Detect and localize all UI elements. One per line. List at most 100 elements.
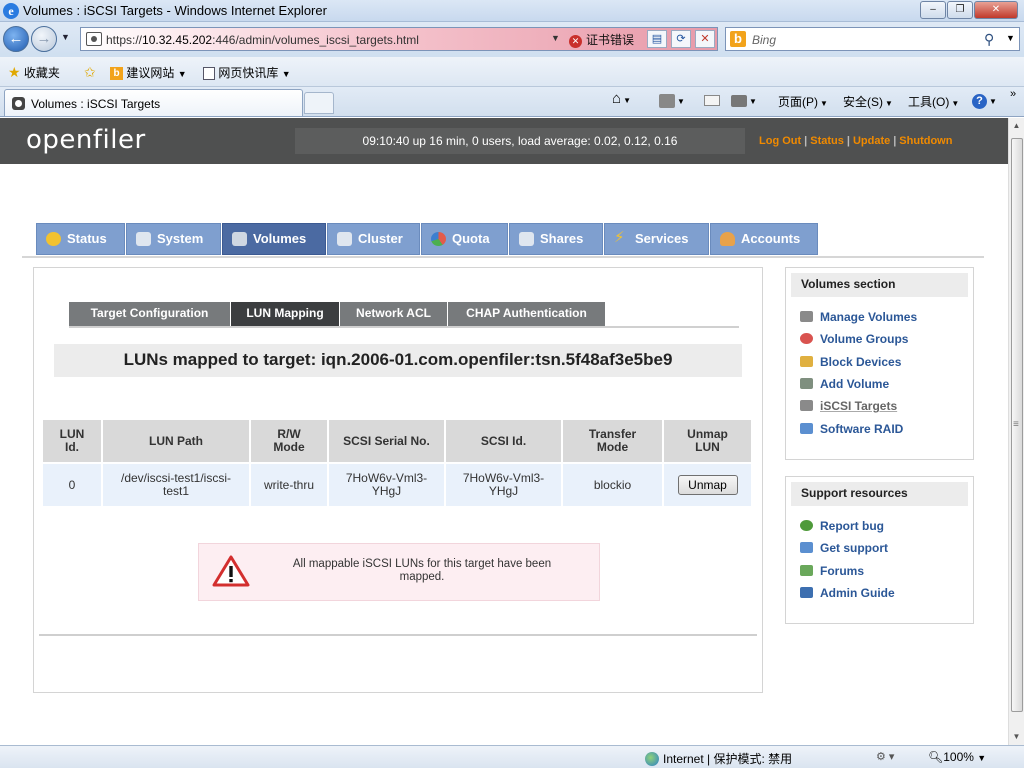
bug-icon [800,520,813,531]
new-tab-button[interactable] [304,92,334,114]
globe-icon [645,752,659,766]
main-content-panel: Target Configuration LUN Mapping Network… [33,267,763,693]
bing-logo-icon: b [730,31,746,47]
software-raid-icon [800,423,813,434]
tab-chap-authentication[interactable]: CHAP Authentication [448,302,606,326]
sidebar-item-get-support[interactable]: Get support [800,541,888,555]
logout-link[interactable]: Log Out [759,135,801,147]
column-header: Transfer Mode [563,420,662,462]
minimize-button[interactable]: – [920,1,946,19]
url-text[interactable]: https://10.32.45.202:446/admin/volumes_i… [106,33,419,47]
column-header: Unmap LUN [664,420,751,462]
sidebar-item-block-devices[interactable]: Block Devices [800,355,901,369]
sidebar-item-report-bug[interactable]: Report bug [800,519,884,533]
scsi-id-cell: 7HoW6v-Vml3- YHgJ [446,464,561,506]
add-favorites-icon[interactable]: ✩ [84,64,96,81]
manage-volumes-icon [800,311,813,322]
mail-icon[interactable] [704,93,720,107]
lun-id-cell: 0 [43,464,101,506]
scroll-up-icon[interactable]: ▲ [1009,118,1024,134]
sidebar-item-volume-groups[interactable]: Volume Groups [800,332,908,346]
zoom-level[interactable]: 🔍︎100% ▼ [928,750,986,764]
sidebar-item-add-volume[interactable]: Add Volume [800,377,889,391]
tab-network-acl[interactable]: Network ACL [340,302,448,326]
scrollbar-thumb[interactable] [1011,138,1023,712]
web-slice-gallery-button[interactable]: 网页快讯库 ▼ [203,64,291,81]
search-input[interactable]: b Bing ⚲ ▼ [725,27,1020,51]
column-header: LUN Path [103,420,249,462]
unmap-cell: Unmap [664,464,751,506]
lun-path-cell: /dev/iscsi-test1/iscsi-test1 [103,464,249,506]
feeds-icon[interactable]: ▼ [659,93,685,108]
scroll-down-icon[interactable]: ▼ [1009,729,1024,745]
lightning-icon: ⚡ [614,229,625,246]
tab-services[interactable]: ⚡ Services [604,223,709,255]
sidebar-item-forums[interactable]: Forums [800,564,864,578]
page-menu[interactable]: 页面(P) ▼ [778,93,828,110]
tab-volumes[interactable]: Volumes [222,223,326,255]
shutdown-link[interactable]: Shutdown [899,135,952,147]
tab-system[interactable]: System [126,223,221,255]
browser-tab-active[interactable]: Volumes : iSCSI Targets [4,89,303,116]
info-notice: All mappable iSCSI LUNs for this target … [198,543,600,601]
sidebar-item-manage-volumes[interactable]: Manage Volumes [800,310,917,324]
security-zone[interactable]: Internet | 保护模式: 禁用 [645,750,792,767]
address-field[interactable]: https://10.32.45.202:446/admin/volumes_i… [80,27,718,51]
forums-icon [800,565,813,576]
transfer-mode-cell: blockio [563,464,662,506]
forward-button[interactable]: → [31,26,57,52]
url-dropdown-icon[interactable]: ▼ [551,33,560,43]
support-resources-title: Support resources [791,482,968,506]
home-icon[interactable]: ⌂ ▼ [612,90,631,107]
window-title: Volumes : iSCSI Targets - Windows Intern… [23,3,327,18]
refresh-icon[interactable]: ⟳ [671,30,691,48]
uptime-status: 09:10:40 up 16 min, 0 users, load averag… [295,128,745,154]
panel-divider [39,634,757,636]
address-toolbar: ← → ▼ https://10.32.45.202:446/admin/vol… [0,22,1024,57]
rw-mode-cell: write-thru [251,464,327,506]
close-button[interactable]: ✕ [974,1,1018,19]
recent-pages-dropdown-icon[interactable]: ▼ [61,32,70,42]
back-button[interactable]: ← [3,26,29,52]
page-icon [203,67,215,81]
search-dropdown-icon[interactable]: ▼ [1006,33,1015,43]
search-icon[interactable]: ⚲ [984,31,994,48]
unmap-button[interactable]: Unmap [677,475,738,495]
stop-icon[interactable]: ✕ [695,30,715,48]
tab-lun-mapping[interactable]: LUN Mapping [231,302,340,326]
maximize-button[interactable]: ❐ [947,1,973,19]
tab-target-configuration[interactable]: Target Configuration [69,302,231,326]
add-volume-icon [800,378,813,389]
vertical-scrollbar[interactable]: ▲ ▼ [1008,118,1024,745]
volumes-section-title: Volumes section [791,273,968,297]
page-title: LUNs mapped to target: iqn.2006-01.com.o… [54,344,742,377]
sidebar-item-iscsi-targets[interactable]: iSCSI Targets [800,399,897,413]
update-link[interactable]: Update [853,135,890,147]
disk-icon [232,232,247,246]
tab-cluster[interactable]: Cluster [327,223,420,255]
tab-status[interactable]: Status [36,223,125,255]
chevron-right-icon[interactable]: » [1010,88,1016,100]
sidebar-item-admin-guide[interactable]: Admin Guide [800,586,895,600]
sun-icon [46,232,61,246]
tab-accounts[interactable]: Accounts [710,223,818,255]
tab-shares[interactable]: Shares [509,223,603,255]
suggested-sites-button[interactable]: b 建议网站 ▼ [110,64,187,81]
page-viewport: openfiler 09:10:40 up 16 min, 0 users, l… [0,118,1008,745]
compatibility-view-icon[interactable]: ▤ [647,30,667,48]
bing-icon: b [110,67,123,81]
star-icon: ★ [8,64,21,80]
tab-quota[interactable]: Quota [421,223,508,255]
status-link[interactable]: Status [810,135,844,147]
header-links: Log Out | Status | Update | Shutdown [759,135,953,147]
favorites-button[interactable]: ★ 收藏夹 [8,64,60,81]
certificate-error-badge[interactable]: ✕ 证书错误 [569,31,634,48]
page-icon [86,32,102,46]
sidebar-item-software-raid[interactable]: Software RAID [800,422,903,436]
help-icon[interactable]: ? ▼ [972,93,997,109]
protected-mode-icon[interactable]: ⚙ ▾ [876,750,894,763]
table-row: 0 /dev/iscsi-test1/iscsi-test1 write-thr… [43,464,751,506]
print-icon[interactable]: ▼ [731,93,757,107]
tools-menu[interactable]: 工具(O) ▼ [908,93,959,110]
safety-menu[interactable]: 安全(S) ▼ [843,93,893,110]
